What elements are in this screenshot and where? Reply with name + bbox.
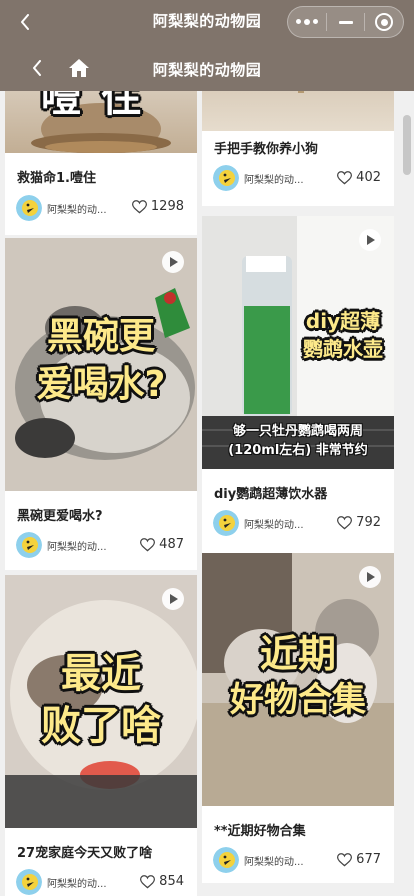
heart-icon [140,874,156,888]
target-icon [375,13,394,31]
like-button[interactable]: 854 [140,874,184,889]
author: 阿梨梨的动... [16,869,107,895]
card-title: diy鹦鹉超薄饮水器 [214,487,328,502]
thumbnail-caption: (120ml左右) 非常节约 [228,443,368,458]
mini-program-capsule [287,6,404,38]
author: 阿梨梨的动... [213,847,304,873]
avatar [213,510,239,536]
card-title: 27宠家庭今天又败了啥 [17,846,153,861]
like-button[interactable]: 792 [337,515,381,530]
play-button[interactable] [359,229,381,251]
close-mini-program-button[interactable] [365,7,403,37]
heart-icon [337,852,353,866]
video-thumbnail: 噎住 [5,91,197,153]
like-count: 792 [356,515,381,530]
author-name: 阿梨梨的动... [47,541,107,553]
thumbnail-overlay-text: 败了啥 [41,703,161,749]
like-count: 402 [356,170,381,185]
like-button[interactable]: 487 [140,537,184,552]
heart-icon [131,199,147,213]
card-title: 黑碗更爱喝水? [17,509,103,524]
avatar [213,165,239,191]
play-button[interactable] [162,251,184,273]
card-title: 救猫命1.噎住 [17,171,96,186]
play-icon [170,257,178,267]
more-dots-icon [295,19,318,25]
video-thumbnail [202,91,394,131]
thumbnail-overlay-text: 黑碗更 [46,316,155,357]
thumbnail-caption: 够一只牡丹鹦鹉喝两周 [232,424,363,439]
author-name: 阿梨梨的动... [244,519,304,531]
top-navigation-bar: 阿梨梨的动物园 阿梨梨的动物园 [0,0,414,91]
thumbnail-overlay-text: 近期 [259,632,336,676]
video-thumbnail: 近期 好物合集 [202,553,394,806]
more-button[interactable] [288,7,326,37]
like-count: 854 [159,874,184,889]
video-thumbnail: 黑碗更 爱喝水? [5,238,197,491]
like-button[interactable]: 677 [337,852,381,867]
thumbnail-overlay-text: 噎住 [41,91,161,121]
thumbnail-overlay-text: diy超薄 [305,309,381,333]
video-thumbnail: diy超薄 鹦鹉水壶 够一只牡丹鹦鹉喝两周 (120ml左右) 非常节约 [202,216,394,469]
video-card[interactable]: 黑碗更 爱喝水? 黑碗更爱喝水? 阿梨梨的动... 487 [5,238,197,570]
author: 阿梨梨的动... [213,165,304,191]
heart-icon [140,537,156,551]
minimize-button[interactable] [327,7,365,37]
author-name: 阿梨梨的动... [47,204,107,216]
play-icon [170,594,178,604]
video-thumbnail: 最近 败了啥 [5,575,197,828]
scrollbar[interactable] [403,115,411,175]
play-icon [367,572,375,582]
like-count: 677 [356,852,381,867]
author: 阿梨梨的动... [16,195,107,221]
author: 阿梨梨的动... [213,510,304,536]
avatar [213,847,239,873]
video-card[interactable]: 近期 好物合集 **近期好物合集 阿梨梨的动... 677 [202,553,394,883]
page-title: 阿梨梨的动物园 [152,61,262,79]
play-button[interactable] [359,566,381,588]
author: 阿梨梨的动... [16,532,107,558]
avatar [16,532,42,558]
thumbnail-overlay-text: 好物合集 [230,680,366,720]
video-card[interactable]: 最近 败了啥 27宠家庭今天又败了啥 阿梨梨的动... 854 [5,575,197,896]
card-title: **近期好物合集 [214,824,306,839]
video-card[interactable]: 噎住 救猫命1.噎住 阿梨梨的动... 1298 [5,91,197,235]
card-title: 手把手教你养小狗 [214,142,319,157]
heart-icon [337,170,353,184]
thumbnail-overlay-text: 爱喝水? [36,364,166,405]
author-name: 阿梨梨的动... [244,174,304,186]
author-name: 阿梨梨的动... [244,856,304,868]
avatar [16,869,42,895]
like-button[interactable]: 1298 [131,199,184,214]
thumbnail-overlay-text: 鹦鹉水壶 [303,337,383,361]
like-count: 487 [159,537,184,552]
cat-illustration [5,575,197,828]
minus-icon [338,20,353,24]
video-card[interactable]: 手把手教你养小狗 阿梨梨的动... 402 [202,91,394,206]
thumbnail-overlay-text: 最近 [61,651,141,697]
play-button[interactable] [162,588,184,610]
heart-icon [337,515,353,529]
like-button[interactable]: 402 [337,170,381,185]
like-count: 1298 [150,199,184,214]
play-icon [367,235,375,245]
author-name: 阿梨梨的动... [47,878,107,890]
avatar [16,195,42,221]
video-feed: 噎住 救猫命1.噎住 阿梨梨的动... 1298 手把手教你养小狗 阿梨梨的动.… [0,91,414,896]
